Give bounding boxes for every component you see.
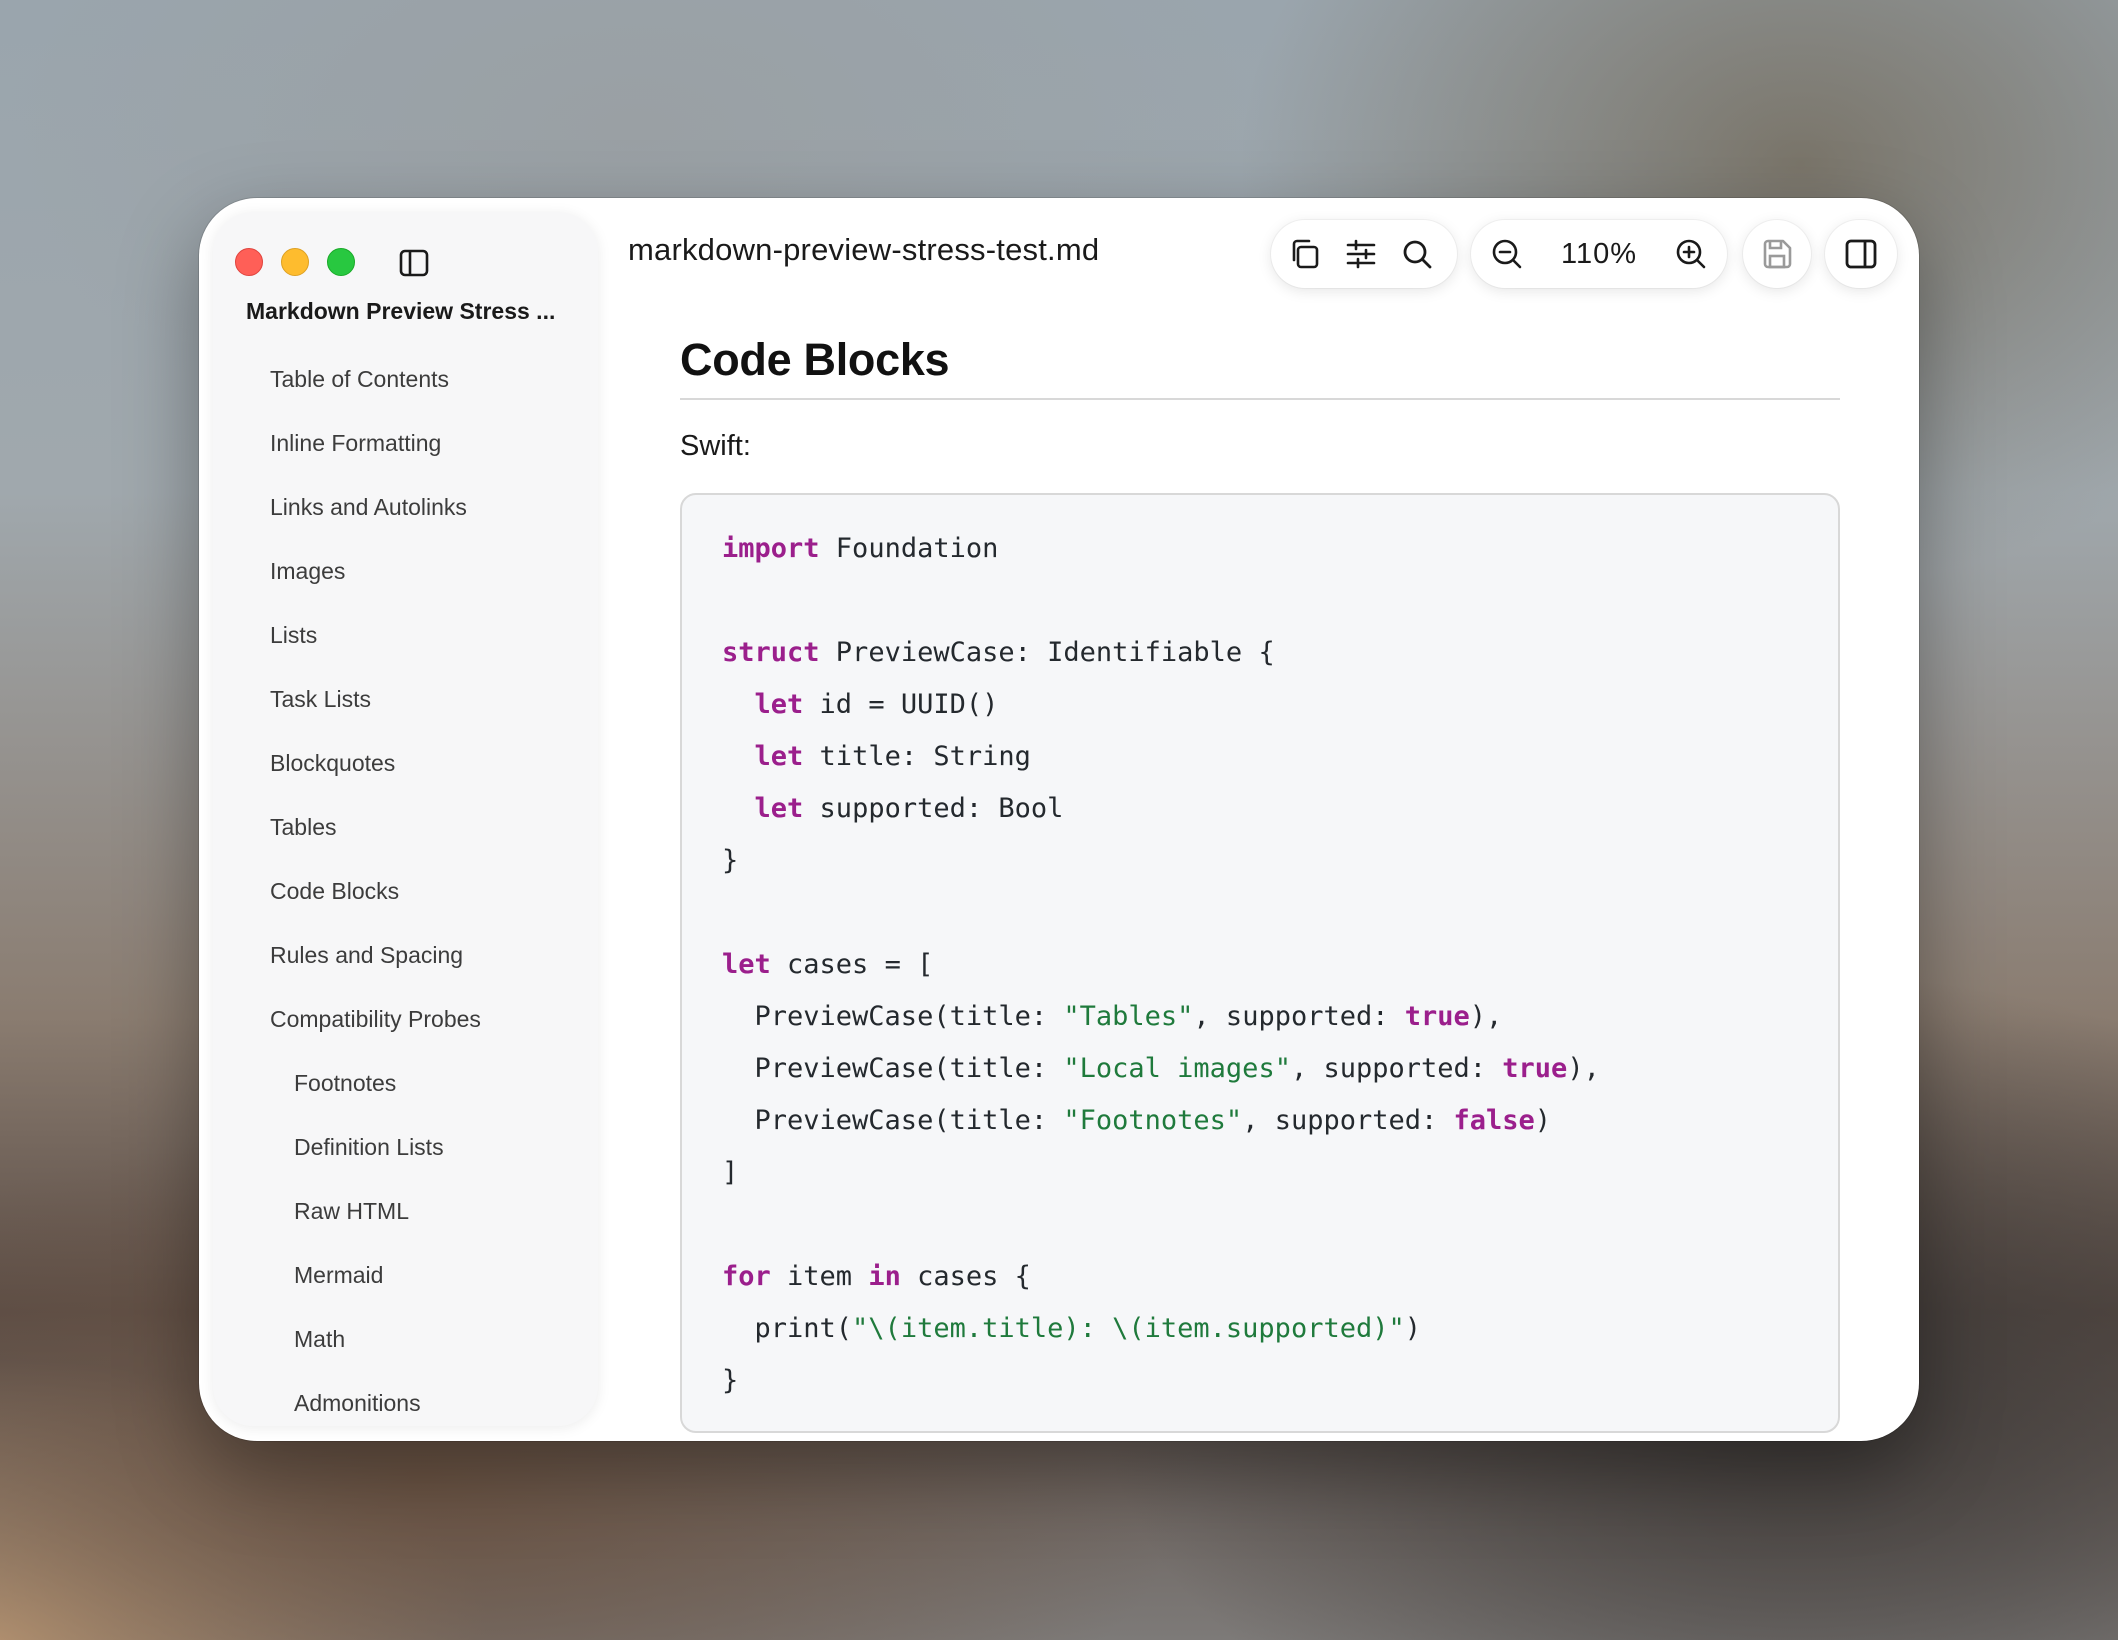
sidebar-item[interactable]: Mermaid xyxy=(213,1243,598,1307)
close-window-button[interactable] xyxy=(235,248,263,276)
sidebar-item[interactable]: Compatibility Probes xyxy=(213,987,598,1051)
file-name: markdown-preview-stress-test.md xyxy=(628,232,1100,267)
panel-toggle-icon[interactable] xyxy=(1833,226,1889,282)
code-string: "Footnotes" xyxy=(1063,1105,1243,1136)
code-keyword: import xyxy=(722,533,820,564)
sidebar-item[interactable]: Table of Contents xyxy=(213,347,598,411)
sidebar-item[interactable]: Tables xyxy=(213,795,598,859)
sidebar-item[interactable]: Definition Lists xyxy=(213,1115,598,1179)
code-line: print("\(item.title): \(item.supported)"… xyxy=(722,1303,1798,1355)
code-line: let cases = [ xyxy=(722,939,1798,991)
code-keyword: struct xyxy=(722,637,820,668)
code-text: cases = [ xyxy=(770,949,934,980)
code-line: let supported: Bool xyxy=(722,783,1798,835)
toolbar-tools-group xyxy=(1271,220,1457,288)
code-text: PreviewCase: Identifiable { xyxy=(819,637,1275,668)
sidebar-item[interactable]: Code Blocks xyxy=(213,859,598,923)
code-text: PreviewCase(title: xyxy=(722,1001,1064,1032)
document-title: Markdown Preview Stress ... xyxy=(246,298,556,324)
code-keyword: true xyxy=(1502,1053,1568,1084)
sidebar-item[interactable]: Raw HTML xyxy=(213,1179,598,1243)
code-text: cases { xyxy=(900,1261,1031,1292)
code-text: Foundation xyxy=(819,533,999,564)
code-line: for item in cases { xyxy=(722,1251,1798,1303)
zoom-level: 110% xyxy=(1560,237,1638,270)
code-text: title: String xyxy=(803,741,1031,772)
code-line: let id = UUID() xyxy=(722,679,1798,731)
save-button[interactable] xyxy=(1743,220,1811,288)
code-text: ) xyxy=(1534,1105,1552,1136)
sidebar-item[interactable]: Lists xyxy=(213,603,598,667)
code-keyword: let xyxy=(722,949,771,980)
settings-sliders-icon[interactable] xyxy=(1333,226,1389,282)
save-icon[interactable] xyxy=(1749,226,1805,282)
zoom-controls: 110% xyxy=(1471,220,1727,288)
code-text: supported: Bool xyxy=(803,793,1064,824)
code-text: item xyxy=(770,1261,869,1292)
code-text: print( xyxy=(722,1313,853,1344)
code-text: } xyxy=(722,845,739,876)
zoom-in-icon[interactable] xyxy=(1663,226,1719,282)
sidebar-item[interactable]: Task Lists xyxy=(213,667,598,731)
code-keyword: true xyxy=(1404,1001,1470,1032)
code-line: } xyxy=(722,835,1798,887)
code-keyword: let xyxy=(754,689,804,720)
code-keyword: let xyxy=(754,741,804,772)
code-line: struct PreviewCase: Identifiable { xyxy=(722,627,1798,679)
code-line: PreviewCase(title: "Footnotes", supporte… xyxy=(722,1095,1798,1147)
sidebar-toggle-icon[interactable] xyxy=(397,246,431,280)
code-string: "Tables" xyxy=(1063,1001,1194,1032)
zoom-window-button[interactable] xyxy=(327,248,355,276)
code-line: import Foundation xyxy=(722,523,1798,575)
code-text: , supported: xyxy=(1193,1001,1405,1032)
sidebar-item[interactable]: Blockquotes xyxy=(213,731,598,795)
code-line: } xyxy=(722,1355,1798,1407)
sidebar-item[interactable]: Images xyxy=(213,539,598,603)
app-window: Markdown Preview Stress ... Table of Con… xyxy=(199,198,1919,1441)
code-keyword: for xyxy=(722,1261,771,1292)
code-text: ] xyxy=(722,1157,739,1188)
code-text: , supported: xyxy=(1242,1105,1454,1136)
code-text: id = UUID() xyxy=(803,689,999,720)
code-line: ] xyxy=(722,1147,1798,1199)
sidebar: Markdown Preview Stress ... Table of Con… xyxy=(213,212,598,1426)
sidebar-item[interactable]: Rules and Spacing xyxy=(213,923,598,987)
code-language-label: Swift: xyxy=(680,430,751,462)
search-icon[interactable] xyxy=(1389,226,1445,282)
code-string: "Local images" xyxy=(1063,1053,1291,1084)
code-block: import Foundation struct PreviewCase: Id… xyxy=(680,493,1840,1433)
code-text: ), xyxy=(1469,1001,1503,1032)
code-keyword: let xyxy=(754,793,804,824)
code-line: PreviewCase(title: "Local images", suppo… xyxy=(722,1043,1798,1095)
code-text: PreviewCase(title: xyxy=(722,1053,1064,1084)
code-text: , supported: xyxy=(1290,1053,1503,1084)
section-heading: Code Blocks xyxy=(680,328,1840,400)
sidebar-item[interactable]: Footnotes xyxy=(213,1051,598,1115)
code-line: PreviewCase(title: "Tables", supported: … xyxy=(722,991,1798,1043)
code-text: ), xyxy=(1567,1053,1600,1084)
sidebar-item[interactable]: Math xyxy=(213,1307,598,1371)
code-string: "\(item.title): \(item.supported)" xyxy=(852,1313,1405,1344)
code-text: PreviewCase(title: xyxy=(722,1105,1064,1136)
table-of-contents: Table of Contents Inline Formatting Links … xyxy=(213,347,598,1435)
code-line: let title: String xyxy=(722,731,1798,783)
copy-icon[interactable] xyxy=(1277,226,1333,282)
sidebar-item[interactable]: Links and Autolinks xyxy=(213,475,598,539)
code-text: } xyxy=(722,1365,739,1396)
code-keyword: false xyxy=(1453,1105,1535,1136)
zoom-out-icon[interactable] xyxy=(1479,226,1535,282)
sidebar-item[interactable]: Inline Formatting xyxy=(213,411,598,475)
code-keyword: in xyxy=(868,1261,901,1292)
markdown-preview: Code Blocks Swift: import Foundation str… xyxy=(680,328,1840,1433)
inspector-toggle-button[interactable] xyxy=(1825,220,1897,288)
sidebar-item[interactable]: Admonitions xyxy=(213,1371,598,1435)
minimize-window-button[interactable] xyxy=(281,248,309,276)
code-text: ) xyxy=(1404,1313,1421,1344)
